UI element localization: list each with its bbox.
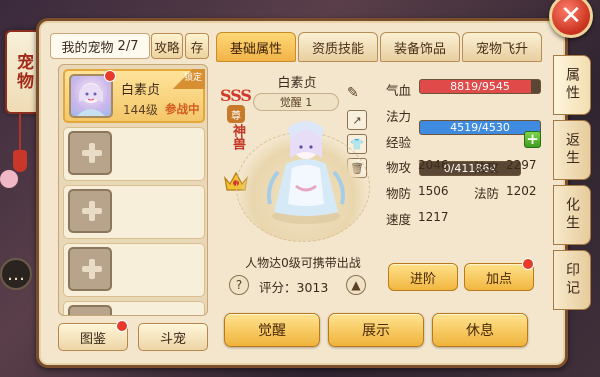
pet-list: 白素贞 144级 参战中 锁定 bbox=[58, 64, 208, 316]
side-tab-mark[interactable]: 印记 bbox=[553, 250, 591, 310]
plus-icon bbox=[82, 143, 102, 163]
hp-label: 气血 bbox=[386, 83, 412, 98]
score-label: 评分： bbox=[259, 280, 297, 295]
close-icon: ✕ bbox=[560, 1, 582, 31]
catalog-label: 图鉴 bbox=[79, 331, 106, 347]
mag-def-label: 法防 bbox=[474, 186, 500, 201]
empty-avatar bbox=[68, 305, 112, 315]
my-pets-header: 我的宠物 2/7 bbox=[50, 33, 150, 59]
pet-type-label: 神兽 bbox=[230, 124, 245, 150]
side-tab-mark-label: 印记 bbox=[564, 262, 580, 298]
pet-list-item[interactable]: 白素贞 144级 参战中 锁定 bbox=[63, 69, 205, 123]
help-icon[interactable]: ? bbox=[229, 275, 249, 295]
pet-battle-label: 斗宠 bbox=[159, 331, 186, 347]
phys-def-value: 1506 bbox=[418, 184, 449, 198]
side-tab-attributes[interactable]: 属性 bbox=[553, 55, 591, 115]
lantern-title-text: 宠物 bbox=[13, 53, 33, 91]
flower-decoration bbox=[0, 170, 18, 188]
rest-button[interactable]: 休息 bbox=[432, 313, 528, 347]
edit-name-icon[interactable]: ✎ bbox=[347, 85, 365, 103]
tab-pet-ascension[interactable]: 宠物飞升 bbox=[462, 32, 542, 62]
mag-atk-value: 2297 bbox=[506, 158, 537, 172]
side-tab-transform-label: 化生 bbox=[564, 197, 580, 233]
pet-battle-button[interactable]: 斗宠 bbox=[138, 323, 208, 351]
add-points-notification-dot bbox=[522, 258, 534, 270]
empty-pet-slot[interactable] bbox=[63, 127, 205, 181]
empty-pet-slot[interactable] bbox=[63, 185, 205, 239]
empty-avatar bbox=[68, 247, 112, 291]
score-display: 评分：3013 bbox=[259, 277, 328, 296]
pet-name: 白素贞 bbox=[121, 83, 161, 98]
store-button[interactable]: 存 bbox=[185, 33, 209, 59]
mp-bar-text: 4519/4530 bbox=[450, 121, 510, 134]
chat-icon[interactable]: … bbox=[0, 258, 32, 290]
mag-atk-label: 法攻 bbox=[474, 160, 500, 175]
empty-avatar bbox=[68, 189, 112, 233]
pet-status: 参战中 bbox=[165, 102, 200, 116]
side-tab-rebirth-label: 返生 bbox=[564, 132, 580, 168]
awaken-level-tag: 觉醒 1 bbox=[253, 93, 339, 111]
pet-detail-name: 白素贞 bbox=[277, 76, 317, 91]
grade-badge: SSS bbox=[220, 86, 252, 105]
lantern-tassel-end bbox=[13, 150, 27, 172]
pet-level: 144级 bbox=[123, 103, 158, 117]
score-up-icon[interactable]: ▲ bbox=[346, 275, 366, 295]
phys-atk-label: 物攻 bbox=[386, 160, 412, 175]
side-tab-transform[interactable]: 化生 bbox=[553, 185, 591, 245]
side-tab-rebirth[interactable]: 返生 bbox=[553, 120, 591, 180]
exp-label: 经验 bbox=[386, 135, 412, 150]
my-pets-count: 2/7 bbox=[117, 38, 139, 54]
catalog-notification-dot bbox=[116, 320, 128, 332]
speed-label: 速度 bbox=[386, 212, 412, 227]
tab-aptitude-skills[interactable]: 资质技能 bbox=[298, 32, 378, 62]
phys-atk-value: 2046 bbox=[418, 158, 449, 172]
rank-badge: 尊 bbox=[227, 105, 245, 123]
lock-tag: 锁定 bbox=[171, 69, 205, 89]
phys-def-label: 物防 bbox=[386, 186, 412, 201]
score-value: 3013 bbox=[296, 280, 329, 295]
add-exp-button[interactable]: + bbox=[524, 131, 541, 148]
strategy-button[interactable]: 攻略 bbox=[151, 33, 183, 59]
show-button[interactable]: 展示 bbox=[328, 313, 424, 347]
awaken-button[interactable]: 觉醒 bbox=[224, 313, 320, 347]
carry-requirement-text: 人物达0级可携带出战 bbox=[245, 256, 361, 270]
mp-label: 法力 bbox=[386, 109, 412, 124]
pet-model bbox=[258, 116, 354, 226]
empty-avatar bbox=[68, 131, 112, 175]
advance-button[interactable]: 进阶 bbox=[388, 263, 458, 291]
mag-def-value: 1202 bbox=[506, 184, 537, 198]
plus-icon bbox=[82, 201, 102, 221]
hp-bar: 8819/9545 bbox=[419, 79, 541, 94]
side-tab-attributes-label: 属性 bbox=[564, 67, 580, 103]
plus-icon bbox=[82, 259, 102, 279]
speed-value: 1217 bbox=[418, 210, 449, 224]
notification-dot bbox=[104, 70, 116, 82]
empty-pet-slot[interactable] bbox=[63, 301, 205, 315]
empty-pet-slot[interactable] bbox=[63, 243, 205, 297]
lantern-tassel bbox=[19, 114, 21, 150]
hp-bar-text: 8819/9545 bbox=[450, 80, 510, 93]
tab-basic-attributes[interactable]: 基础属性 bbox=[216, 32, 296, 62]
my-pets-label: 我的宠物 bbox=[61, 40, 114, 56]
mp-bar: 4519/4530 bbox=[419, 120, 541, 135]
tab-equipment[interactable]: 装备饰品 bbox=[380, 32, 460, 62]
close-button[interactable]: ✕ bbox=[549, 0, 593, 38]
